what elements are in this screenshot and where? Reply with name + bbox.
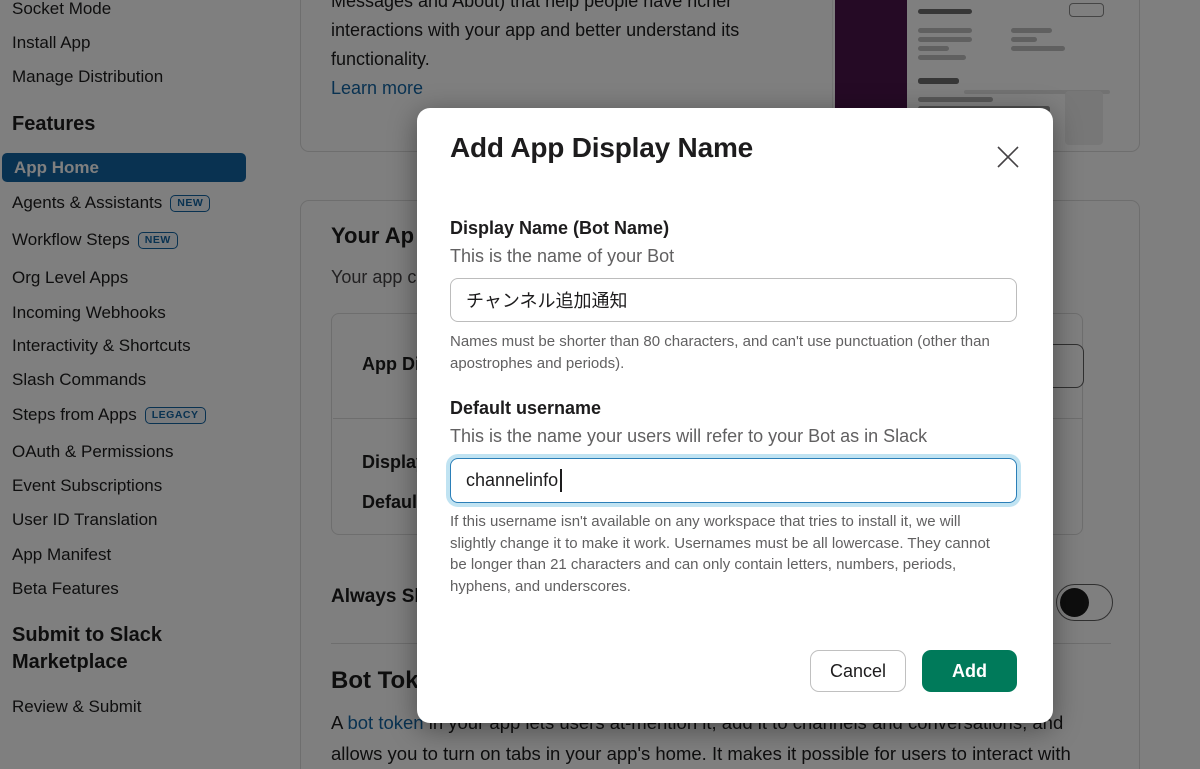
default-username-helper: If this username isn't available on any … <box>450 511 990 597</box>
display-name-input[interactable] <box>450 278 1017 322</box>
cancel-button[interactable]: Cancel <box>810 650 906 692</box>
text-caret <box>560 469 562 492</box>
display-name-helper: Names must be shorter than 80 characters… <box>450 331 990 374</box>
helper-line: If this username isn't available on any … <box>450 511 990 533</box>
helper-line: be longer than 21 characters and can onl… <box>450 554 990 576</box>
helper-line: hyphens, and underscores. <box>450 576 990 598</box>
close-icon <box>995 144 1021 170</box>
default-username-sublabel: This is the name your users will refer t… <box>450 426 927 447</box>
default-username-label: Default username <box>450 398 601 419</box>
add-button[interactable]: Add <box>922 650 1017 692</box>
close-button[interactable] <box>995 144 1021 170</box>
display-name-label: Display Name (Bot Name) <box>450 218 669 239</box>
helper-line: slightly change it to make it work. User… <box>450 533 990 555</box>
add-app-display-name-modal: Add App Display Name Display Name (Bot N… <box>417 108 1053 723</box>
display-name-sublabel: This is the name of your Bot <box>450 246 674 267</box>
modal-title: Add App Display Name <box>450 132 753 164</box>
helper-line: apostrophes and periods). <box>450 353 990 375</box>
helper-line: Names must be shorter than 80 characters… <box>450 331 990 353</box>
default-username-input[interactable] <box>450 458 1017 503</box>
